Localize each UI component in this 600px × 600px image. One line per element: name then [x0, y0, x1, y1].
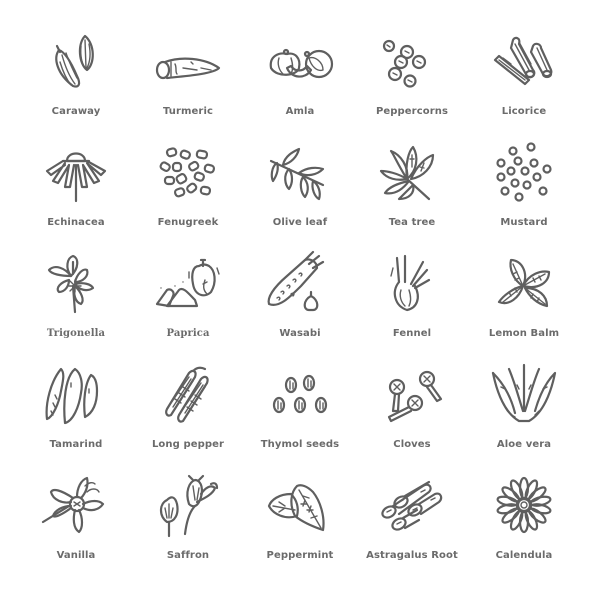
item-label: Lemon Balm	[488, 328, 560, 339]
icon-tile-thymol-seeds: Thymol seeds	[244, 363, 356, 474]
icon-tile-calendula: Calendula	[468, 474, 580, 585]
item-label: Paprica	[166, 328, 210, 339]
fennel-icon	[377, 252, 447, 314]
item-label: Vanilla	[56, 550, 96, 561]
olive-leaf-icon	[265, 141, 335, 203]
trigonella-icon	[41, 252, 111, 314]
item-label: Licorice	[501, 106, 547, 117]
tamarind-icon	[41, 363, 111, 425]
icon-tile-fennel: Fennel	[356, 252, 468, 363]
item-label: Long pepper	[151, 439, 225, 450]
item-label: Amla	[285, 106, 315, 117]
peppercorns-icon	[377, 30, 447, 92]
astragalus-root-icon	[377, 474, 447, 536]
icon-tile-saffron: Saffron	[132, 474, 244, 585]
licorice-icon	[489, 30, 559, 92]
item-label: Mustard	[500, 217, 548, 228]
icon-grid: Caraway Turmeric Amla Peppercorns Licori…	[20, 30, 580, 585]
mustard-icon	[489, 141, 559, 203]
item-label: Saffron	[166, 550, 210, 561]
icon-tile-peppercorns: Peppercorns	[356, 30, 468, 141]
fenugreek-icon	[153, 141, 223, 203]
icon-tile-vanilla: Vanilla	[20, 474, 132, 585]
icon-tile-aloe-vera: Aloe vera	[468, 363, 580, 474]
item-label: Wasabi	[279, 328, 321, 339]
item-label: Peppercorns	[375, 106, 449, 117]
item-label: Peppermint	[266, 550, 334, 561]
item-label: Fennel	[392, 328, 432, 339]
item-label: Aloe vera	[496, 439, 552, 450]
turmeric-icon	[153, 30, 223, 92]
saffron-icon	[153, 474, 223, 538]
icon-tile-peppermint: Peppermint	[244, 474, 356, 585]
icon-tile-tea-tree: Tea tree	[356, 141, 468, 252]
lemon-balm-icon	[489, 252, 559, 314]
item-label: Caraway	[51, 106, 101, 117]
wasabi-icon	[265, 250, 335, 314]
amla-icon	[265, 30, 335, 92]
thymol-seeds-icon	[265, 363, 335, 425]
item-label: Calendula	[495, 550, 553, 561]
item-label: Thymol seeds	[260, 439, 340, 450]
icon-tile-turmeric: Turmeric	[132, 30, 244, 141]
item-label: Trigonella	[46, 328, 106, 339]
icon-tile-olive-leaf: Olive leaf	[244, 141, 356, 252]
icon-tile-fenugreek: Fenugreek	[132, 141, 244, 252]
caraway-icon	[41, 30, 111, 92]
icon-tile-echinacea: Echinacea	[20, 141, 132, 252]
icon-tile-astragalus-root: Astragalus Root	[356, 474, 468, 585]
icon-tile-cloves: Cloves	[356, 363, 468, 474]
item-label: Tamarind	[49, 439, 103, 450]
aloe-vera-icon	[489, 363, 559, 425]
vanilla-icon	[41, 474, 111, 536]
icon-tile-lemon-balm: Lemon Balm	[468, 252, 580, 363]
paprica-icon	[153, 252, 223, 314]
item-label: Echinacea	[47, 217, 105, 228]
cloves-icon	[377, 363, 447, 425]
item-label: Astragalus Root	[366, 550, 458, 561]
item-label: Olive leaf	[272, 217, 328, 228]
calendula-icon	[489, 474, 559, 536]
echinacea-icon	[41, 141, 111, 203]
item-label: Tea tree	[388, 217, 436, 228]
tea-tree-icon	[377, 141, 447, 203]
icon-tile-caraway: Caraway	[20, 30, 132, 141]
peppermint-icon	[265, 474, 335, 536]
icon-tile-licorice: Licorice	[468, 30, 580, 141]
item-label: Fenugreek	[157, 217, 219, 228]
item-label: Cloves	[393, 439, 431, 450]
icon-tile-tamarind: Tamarind	[20, 363, 132, 474]
long-pepper-icon	[153, 363, 223, 425]
icon-tile-paprica: Paprica	[132, 252, 244, 363]
item-label: Turmeric	[162, 106, 214, 117]
icon-tile-trigonella: Trigonella	[20, 252, 132, 363]
icon-tile-wasabi: Wasabi	[244, 250, 356, 363]
icon-tile-long-pepper: Long pepper	[132, 363, 244, 474]
icon-tile-mustard: Mustard	[468, 141, 580, 252]
icon-tile-amla: Amla	[244, 30, 356, 141]
